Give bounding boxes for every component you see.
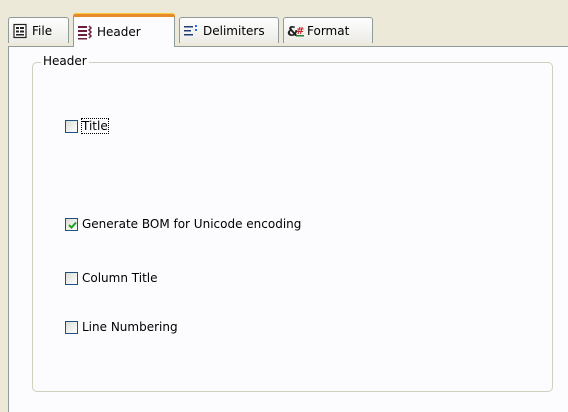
- title-checkbox-label[interactable]: Title: [81, 118, 109, 134]
- tab-strip: File Header Delimiters & # Format: [8, 0, 568, 47]
- tab-header[interactable]: Header: [73, 13, 175, 47]
- line-numbering-checkbox-label[interactable]: Line Numbering: [82, 320, 178, 334]
- tab-file-label: File: [32, 23, 53, 38]
- bom-checkbox[interactable]: [65, 217, 78, 231]
- tab-delimiters-label: Delimiters: [203, 23, 265, 38]
- tab-header-label: Header: [97, 25, 141, 39]
- tab-format[interactable]: & # Format: [283, 17, 373, 43]
- tab-format-label: Format: [307, 23, 350, 38]
- column-title-checkbox-label[interactable]: Column Title: [82, 271, 158, 285]
- header-lines-icon: [77, 24, 93, 40]
- bom-checkbox-row[interactable]: Generate BOM for Unicode encoding: [65, 217, 301, 231]
- header-tab-panel: Header Title Generate BOM for Unicode en…: [8, 46, 568, 412]
- line-numbering-checkbox-row[interactable]: Line Numbering: [65, 320, 178, 334]
- file-properties-icon: [12, 23, 28, 39]
- tab-delimiters[interactable]: Delimiters: [179, 17, 279, 43]
- check-mark-icon: [68, 221, 77, 229]
- bom-checkbox-label[interactable]: Generate BOM for Unicode encoding: [82, 217, 301, 231]
- title-checkbox[interactable]: [65, 119, 78, 133]
- column-title-checkbox[interactable]: [65, 271, 78, 285]
- format-symbols-icon: & #: [287, 23, 304, 40]
- line-numbering-checkbox[interactable]: [65, 320, 78, 334]
- title-checkbox-row[interactable]: Title: [65, 118, 109, 134]
- column-title-checkbox-row[interactable]: Column Title: [65, 271, 158, 285]
- delimiters-icon: [183, 23, 199, 39]
- tab-file[interactable]: File: [8, 17, 69, 43]
- groupbox-legend: Header: [41, 54, 89, 68]
